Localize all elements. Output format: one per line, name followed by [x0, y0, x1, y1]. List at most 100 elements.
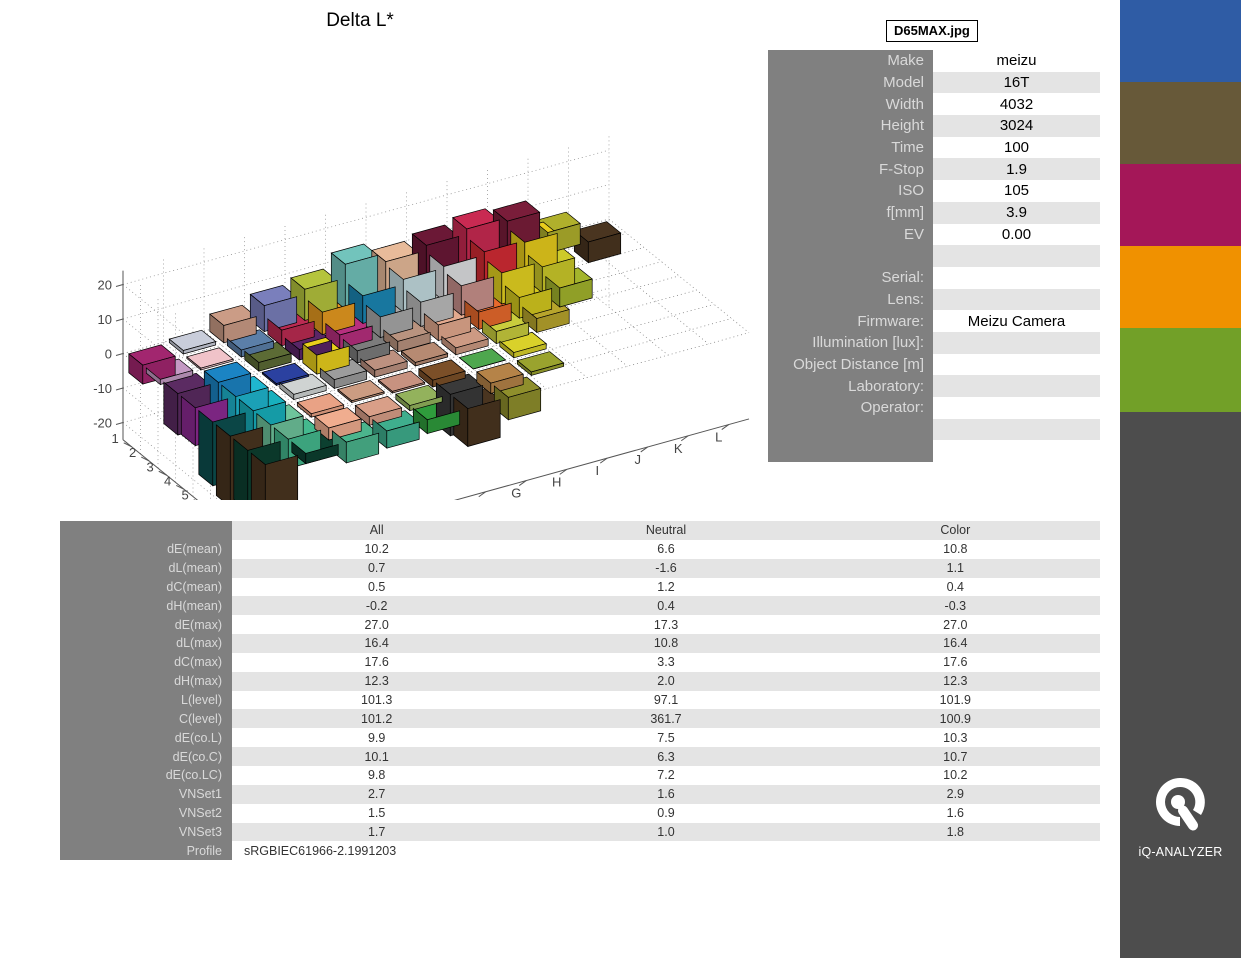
metadata-key: F-Stop [768, 158, 933, 180]
table-corner-cell [60, 521, 232, 540]
profile-value: sRGBIEC61966-2.1991203 [232, 841, 1100, 860]
iq-analyzer-logo-text: iQ-ANALYZER [1139, 845, 1223, 859]
table-row-label: dE(co.LC) [60, 766, 232, 785]
z-tick-label: 10 [98, 312, 112, 327]
table-cell: 10.8 [811, 540, 1100, 559]
table-cell: 101.3 [232, 691, 521, 710]
table-row: dE(max)27.017.327.0 [60, 615, 1100, 634]
metadata-key: Lens: [768, 289, 933, 311]
table-cell: 27.0 [232, 615, 521, 634]
table-row: dH(max)12.32.012.3 [60, 672, 1100, 691]
iq-analyzer-logo: iQ-ANALYZER [1120, 760, 1241, 876]
table-row-label: dL(max) [60, 634, 232, 653]
table-row-label: VNSet1 [60, 785, 232, 804]
table-cell: 10.8 [521, 634, 810, 653]
table-header-row: AllNeutralColor [60, 521, 1100, 540]
table-cell: 12.3 [811, 672, 1100, 691]
table-cell: 10.3 [811, 728, 1100, 747]
metadata-value [933, 419, 1100, 441]
color-strip [1120, 0, 1241, 876]
table-cell: -1.6 [521, 559, 810, 578]
metadata-row: Firmware:Meizu Camera [768, 310, 1100, 332]
color-accuracy-stats-table: AllNeutralColordE(mean)10.26.610.8dL(mea… [60, 521, 1100, 860]
table-cell: 10.2 [811, 766, 1100, 785]
table-row-label: dL(mean) [60, 559, 232, 578]
metadata-row [768, 440, 1100, 462]
table-cell: 10.7 [811, 747, 1100, 766]
column-tick-label: L [715, 430, 722, 445]
table-row-label: L(level) [60, 691, 232, 710]
color-swatch-dark-gray [1120, 412, 1241, 958]
delta-l-3d-bar-chart: 20100-10-2012345678ABCDEFGHIJKL [0, 0, 760, 500]
metadata-key: Height [768, 115, 933, 137]
metadata-row: Laboratory: [768, 375, 1100, 397]
metadata-value [933, 332, 1100, 354]
row-tick-label: 1 [112, 431, 119, 446]
table-cell: 100.9 [811, 709, 1100, 728]
column-tick-label: J [635, 452, 642, 467]
metadata-value [933, 375, 1100, 397]
table-cell: 27.0 [811, 615, 1100, 634]
color-swatch-blue [1120, 0, 1241, 82]
metadata-value [933, 397, 1100, 419]
table-column-header: Neutral [521, 521, 810, 540]
column-tick-label: I [595, 463, 599, 478]
table-row-label: dH(max) [60, 672, 232, 691]
metadata-row: Operator: [768, 397, 1100, 419]
table-cell: -0.2 [232, 596, 521, 615]
metadata-value [933, 440, 1100, 462]
table-cell: 1.1 [811, 559, 1100, 578]
table-row: dE(co.LC)9.87.210.2 [60, 766, 1100, 785]
metadata-value: 105 [933, 180, 1100, 202]
metadata-row: F-Stop1.9 [768, 158, 1100, 180]
table-row: C(level)101.2361.7100.9 [60, 709, 1100, 728]
metadata-row: Makemeizu [768, 50, 1100, 72]
row-tick-label: 3 [147, 459, 154, 474]
metadata-row: EV0.00 [768, 224, 1100, 246]
table-cell: 6.3 [521, 747, 810, 766]
metadata-row: Model16T [768, 72, 1100, 94]
metadata-row: Width4032 [768, 93, 1100, 115]
metadata-key: Width [768, 93, 933, 115]
table-row: dE(co.C)10.16.310.7 [60, 747, 1100, 766]
metadata-value [933, 267, 1100, 289]
table-cell: 16.4 [232, 634, 521, 653]
color-swatch-green [1120, 328, 1241, 412]
metadata-row: Illumination [lux]: [768, 332, 1100, 354]
table-row: dE(co.L)9.97.510.3 [60, 728, 1100, 747]
table-cell: 10.2 [232, 540, 521, 559]
table-cell: 17.3 [521, 615, 810, 634]
metadata-key [768, 440, 933, 462]
table-cell: 361.7 [521, 709, 810, 728]
metadata-key: Time [768, 137, 933, 159]
table-cell: 12.3 [232, 672, 521, 691]
z-tick-label: -20 [93, 416, 112, 431]
table-cell: 1.5 [232, 804, 521, 823]
column-tick-label: H [552, 474, 561, 489]
table-row: VNSet21.50.91.6 [60, 804, 1100, 823]
table-row: dE(mean)10.26.610.8 [60, 540, 1100, 559]
metadata-row [768, 419, 1100, 441]
table-cell: 10.1 [232, 747, 521, 766]
table-row: dC(mean)0.51.20.4 [60, 578, 1100, 597]
table-cell: 0.9 [521, 804, 810, 823]
column-tick-label: F [472, 497, 480, 500]
table-column-header: All [232, 521, 521, 540]
table-row-label: dE(mean) [60, 540, 232, 559]
metadata-key: Object Distance [m] [768, 354, 933, 376]
table-row-label: Profile [60, 841, 232, 860]
metadata-row: Lens: [768, 289, 1100, 311]
metadata-key: Make [768, 50, 933, 72]
metadata-row [768, 245, 1100, 267]
table-row: dL(mean)0.7-1.61.1 [60, 559, 1100, 578]
table-cell: 97.1 [521, 691, 810, 710]
table-cell: 1.6 [521, 785, 810, 804]
metadata-value: meizu [933, 50, 1100, 72]
row-tick-label: 4 [164, 473, 171, 488]
table-row: VNSet12.71.62.9 [60, 785, 1100, 804]
table-cell: 0.5 [232, 578, 521, 597]
table-cell: 6.6 [521, 540, 810, 559]
table-row-label: dH(mean) [60, 596, 232, 615]
table-row-label: dE(co.C) [60, 747, 232, 766]
table-cell: 17.6 [811, 653, 1100, 672]
